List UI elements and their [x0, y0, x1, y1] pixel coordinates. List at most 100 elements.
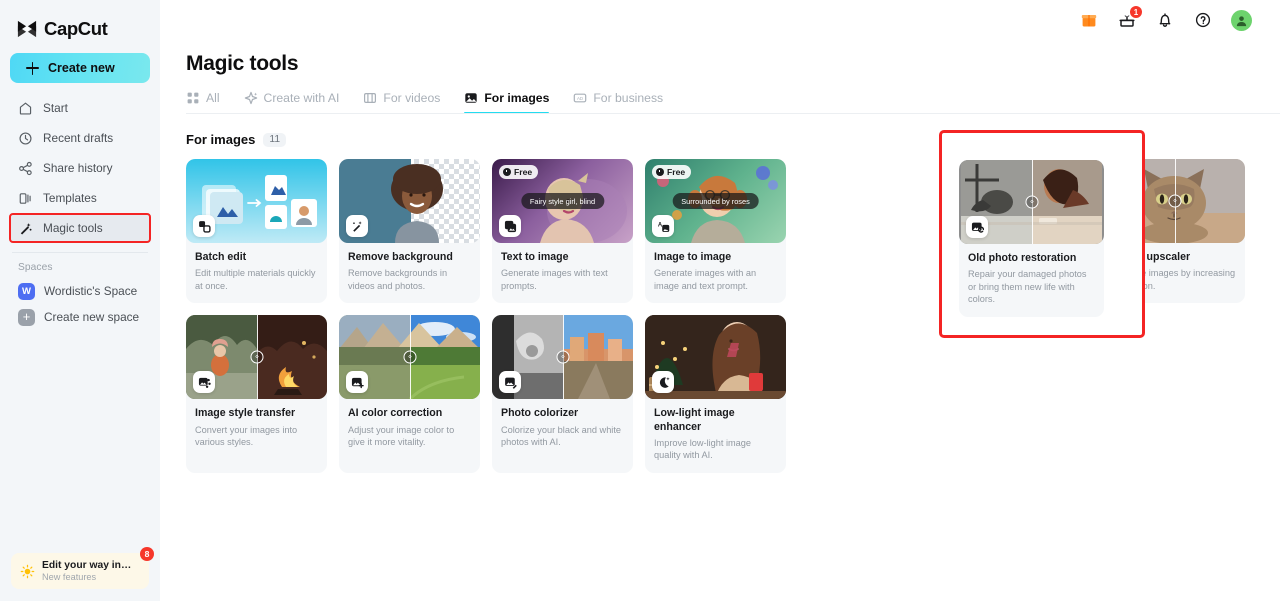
card-thumbnail [645, 315, 786, 400]
user-avatar[interactable] [1231, 9, 1252, 31]
promo-subtitle: New features [42, 572, 97, 582]
sidebar-item-label: Recent drafts [43, 131, 114, 145]
sidebar-item-recent-drafts[interactable]: Recent drafts [10, 124, 150, 152]
tool-card-batch-edit[interactable]: Batch edit Edit multiple materials quick… [186, 159, 327, 304]
templates-icon [19, 192, 31, 204]
tab-for-images[interactable]: For images [464, 91, 550, 115]
tool-card-image-style-transfer[interactable]: Image style transfer Convert your images… [186, 315, 327, 473]
gift-glyph [1081, 15, 1097, 27]
tool-card-text-to-image[interactable]: Free Fairy style girl, blind Text to ima… [492, 159, 633, 304]
card-thumbnail: Free Fairy style girl, blind [492, 159, 633, 243]
card-tool-chip [193, 215, 215, 237]
space-avatar: W [18, 282, 35, 300]
section-header: For images 11 [160, 114, 1280, 147]
card-thumbnail [186, 159, 327, 243]
card-tool-chip [499, 371, 521, 394]
card-title: Batch edit [195, 251, 247, 263]
create-new-button[interactable]: Create new [10, 53, 150, 83]
card-title: Old photo restoration [968, 252, 1077, 264]
card-thumbnail [339, 159, 480, 243]
card-body: Remove background Remove backgrounds in … [339, 243, 480, 303]
before-after-handle[interactable] [1168, 194, 1181, 208]
help-icon[interactable] [1193, 10, 1213, 30]
before-after-handle[interactable] [250, 350, 263, 364]
page-title: Magic tools [186, 52, 299, 75]
before-after-handle[interactable] [1025, 195, 1038, 209]
tab-for-business[interactable]: AD For business [573, 91, 663, 114]
tool-card-low-light-image-enhancer[interactable]: Low-light image enhancer Improve low-lig… [645, 315, 786, 473]
card-title: Photo colorizer [501, 407, 579, 420]
card-title: Image style transfer [195, 407, 296, 420]
tab-label: For videos [383, 91, 441, 105]
sidebar: CapCut Create new Start Recent drafts Sh… [0, 0, 160, 601]
bell-icon[interactable] [1155, 10, 1175, 30]
tool-card-remove-background[interactable]: Remove background Remove backgrounds in … [339, 159, 480, 304]
card-body: Photo colorizer Colorize your black and … [492, 399, 633, 459]
tab-create-with-ai[interactable]: Create with AI [244, 91, 339, 114]
sidebar-item-start[interactable]: Start [10, 94, 150, 122]
card-body: Text to image Generate images with text … [492, 243, 633, 303]
before-after-handle[interactable] [403, 350, 416, 364]
sidebar-nav: Start Recent drafts Share history Templa… [0, 94, 160, 243]
card-body: Image upscaler Upscale images by increas… [1104, 243, 1245, 303]
card-title: Text to image [501, 251, 569, 263]
tab-all[interactable]: All [186, 91, 220, 114]
promo-banner[interactable]: Edit your way into 2… New features 8 [11, 547, 154, 589]
film-icon [364, 92, 377, 104]
tool-card-ai-color-correction[interactable]: AI color correction Adjust your image co… [339, 315, 480, 473]
colorize-icon [504, 377, 517, 389]
tool-card-image-upscaler[interactable]: 4K Image upscaler Upscale images by incr… [1104, 159, 1245, 304]
clock-icon [656, 168, 664, 176]
before-after-handle[interactable] [556, 350, 569, 364]
spaces-label: Spaces [18, 262, 53, 273]
prompt-pill: Fairy style girl, blind [520, 193, 605, 209]
card-description: Adjust your image color to give it more … [348, 424, 455, 448]
free-badge-label: Free [667, 167, 686, 177]
sidebar-space-wordistic[interactable]: W Wordistic's Space [10, 278, 150, 304]
brand-logo-area[interactable]: CapCut [0, 0, 160, 44]
prompt-pill: Surrounded by roses [672, 193, 759, 209]
business-icon: AD [574, 93, 587, 103]
inbox-gift-icon[interactable]: 1 [1117, 6, 1142, 30]
tab-label: All [206, 91, 220, 105]
card-thumbnail [492, 315, 633, 400]
sidebar-item-magic-tools[interactable]: Magic tools [9, 213, 151, 243]
gift-icon[interactable] [1079, 10, 1099, 30]
sidebar-item-templates[interactable]: Templates [10, 184, 150, 212]
card-tool-chip [346, 215, 368, 237]
tool-card-photo-colorizer[interactable]: Photo colorizer Colorize your black and … [492, 315, 633, 473]
space-label: Create new space [44, 310, 140, 324]
card-thumbnail: Free Surrounded by roses A [645, 159, 786, 243]
card-body: Old photo restoration Repair your damage… [959, 244, 1104, 317]
notification-badge: 1 [1130, 6, 1142, 18]
tool-card-old-photo-restoration[interactable]: Old photo restoration Repair your damage… [959, 160, 1104, 317]
card-description: Generate images with text prompts. [501, 268, 608, 291]
batch-link-icon [198, 220, 211, 233]
promo-title: Edit your way into 2… [42, 560, 134, 571]
card-body: Low-light image enhancer Improve low-lig… [645, 399, 786, 473]
card-title: Image upscaler [1113, 251, 1191, 263]
grid-icon [187, 92, 199, 104]
free-badge: Free [652, 165, 692, 179]
card-body: Image to image Generate images with an i… [645, 243, 786, 303]
capcut-logo-icon [17, 20, 37, 37]
tool-card-image-to-image[interactable]: Free Surrounded by roses A Image to imag… [645, 159, 786, 304]
sidebar-item-share-history[interactable]: Share history [10, 154, 150, 182]
card-title: Image to image [654, 251, 732, 263]
card-thumbnail [959, 160, 1104, 244]
card-tool-chip: A [652, 215, 674, 237]
sidebar-create-new-space[interactable]: + Create new space [10, 304, 150, 330]
clock-icon [503, 168, 511, 176]
upscale-4k-icon: 4K [1116, 220, 1128, 232]
card-tool-chip [966, 216, 988, 238]
card-description: Repair your damaged photos or bring them… [968, 269, 1087, 305]
free-badge: Free [499, 165, 539, 179]
card-title: Low-light image enhancer [654, 407, 735, 433]
svg-text:A: A [657, 222, 662, 228]
promo-text: Edit your way into 2… New features [42, 560, 134, 582]
promo-badge: 8 [140, 547, 154, 561]
bell-glyph [1159, 13, 1171, 27]
card-tool-chip [193, 371, 215, 394]
lightbulb-icon [20, 564, 35, 578]
tab-for-videos[interactable]: For videos [363, 91, 440, 114]
